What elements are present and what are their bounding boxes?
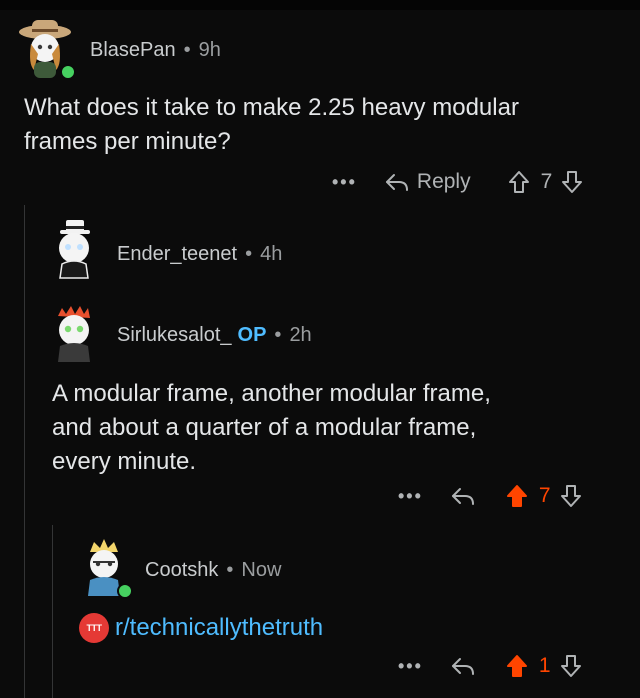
subreddit-icon: TTT (79, 613, 109, 643)
reply-label: Reply (416, 170, 471, 193)
comment-actions-blasepan: ••• Reply 7 (332, 170, 584, 194)
op-badge: OP (237, 324, 267, 346)
avatar-ender-teenet[interactable] (46, 218, 102, 285)
separator-dot: • (183, 39, 191, 61)
downvote-arrow-icon (560, 655, 581, 677)
downvote-button[interactable] (559, 654, 583, 678)
username-blasepan[interactable]: BlasePan (90, 39, 176, 62)
comment-header-ender-teenet: Ender_teenet • 4h (117, 243, 282, 266)
comment-body-line: What does it take to make 2.25 heavy mod… (24, 94, 519, 121)
comment-body-line: frames per minute? (24, 128, 231, 155)
online-status-indicator (60, 64, 76, 80)
downvote-arrow-icon (560, 485, 581, 507)
downvote-button[interactable] (560, 170, 584, 194)
comment-header-sirlukesalot: Sirlukesalot_ OP • 2h (117, 324, 312, 347)
reply-button[interactable] (451, 656, 475, 676)
vote-score: 7 (540, 170, 553, 193)
username-sirlukesalot[interactable]: Sirlukesalot_ (117, 324, 232, 347)
reply-button[interactable] (451, 486, 475, 506)
timestamp: Now (241, 559, 282, 581)
thread-line-level-1[interactable] (24, 205, 25, 698)
subreddit-link[interactable]: TTT r/technicallythetruth (79, 613, 323, 643)
upvote-button-active[interactable] (505, 654, 529, 678)
avatar-ender-teenet-image (59, 220, 90, 279)
upvote-button[interactable] (507, 170, 531, 194)
username-cootshk[interactable]: Cootshk (145, 559, 218, 582)
separator-dot: • (226, 559, 234, 581)
separator-dot: • (274, 324, 282, 346)
comment-actions-cootshk: ••• 1 (398, 654, 583, 678)
vote-score: 7 (538, 484, 551, 507)
comment-body-line: every minute. (52, 448, 197, 475)
comment-header-blasepan: BlasePan • 9h (90, 39, 221, 62)
more-options-button[interactable]: ••• (398, 656, 423, 677)
comment-header-cootshk: Cootshk • Now (145, 559, 281, 582)
upvote-arrow-icon (506, 485, 527, 507)
timestamp: 2h (289, 324, 312, 346)
comment-body-line: and about a quarter of a modular frame, (52, 414, 477, 441)
comment-actions-sirlukesalot: ••• 7 (398, 484, 583, 508)
separator-dot: • (245, 243, 253, 265)
comment-body-sirlukesalot: A modular frame, another modular frame, … (52, 377, 491, 479)
comment-body-blasepan: What does it take to make 2.25 heavy mod… (24, 91, 519, 159)
avatar-sirlukesalot[interactable] (46, 302, 102, 369)
reply-arrow-icon (385, 174, 408, 191)
more-options-button[interactable]: ••• (332, 172, 357, 193)
downvote-arrow-icon (562, 171, 583, 193)
timestamp: 4h (260, 243, 283, 265)
top-bar (0, 0, 640, 10)
avatar-sirlukesalot-image (58, 306, 90, 362)
timestamp: 9h (198, 39, 221, 61)
more-options-button[interactable]: ••• (398, 486, 423, 507)
vote-score: 1 (538, 654, 551, 677)
upvote-arrow-icon (508, 171, 529, 193)
thread-line-level-2[interactable] (52, 525, 53, 698)
subreddit-link-text[interactable]: r/technicallythetruth (115, 614, 323, 642)
upvote-arrow-icon (506, 655, 527, 677)
upvote-button-active[interactable] (505, 484, 529, 508)
reply-button[interactable]: Reply (385, 170, 471, 194)
reply-arrow-icon (451, 658, 474, 675)
comment-body-line: A modular frame, another modular frame, (52, 380, 491, 407)
online-status-indicator (117, 583, 133, 599)
downvote-button[interactable] (559, 484, 583, 508)
reply-arrow-icon (451, 488, 474, 505)
username-ender-teenet[interactable]: Ender_teenet (117, 243, 237, 266)
